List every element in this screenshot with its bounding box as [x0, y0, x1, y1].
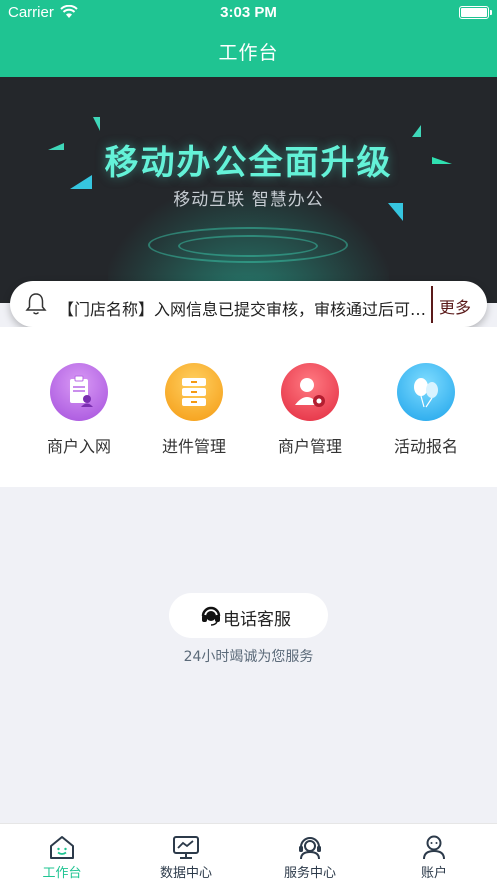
page-title: 工作台 [218, 42, 279, 64]
tab-label: 数据中心 [159, 866, 212, 881]
monitor-chart-icon [173, 836, 199, 859]
banner-decor-triangle [93, 117, 100, 131]
user-gear-icon [281, 363, 339, 421]
battery-icon [459, 6, 492, 19]
grid-item-label: 商户管理 [277, 437, 342, 456]
status-bar: Carrier 3:03 PM [0, 0, 497, 26]
banner-subtitle: 移动互联 智慧办公 [173, 190, 324, 210]
balloons-icon [397, 363, 455, 421]
notice-bar[interactable]: 【门店名称】入网信息已提交审核，审核通过后可正常使用 更多 [10, 281, 487, 327]
banner-ring [178, 235, 318, 257]
phone-support-button[interactable]: 电话客服 [169, 593, 328, 638]
header: Carrier 3:03 PM 工作台 [0, 0, 497, 77]
banner-title: 移动办公全面升级 [104, 143, 393, 183]
grid-item-label: 活动报名 [393, 437, 458, 456]
status-time: 3:03 PM [220, 4, 277, 21]
notice-more-link[interactable]: 更多 [439, 294, 471, 318]
grid-item-label: 进件管理 [161, 437, 226, 456]
grid-item-event-signup[interactable]: 活动报名 [366, 363, 486, 457]
grid-item-merchant-onboarding[interactable]: 商户入网 [19, 363, 139, 457]
grid-item-application-management[interactable]: 进件管理 [134, 363, 254, 457]
tab-label: 账户 [420, 866, 447, 881]
grid-item-merchant-management[interactable]: 商户管理 [250, 363, 370, 457]
headset-service-icon [299, 837, 321, 860]
tab-workbench[interactable]: 工作台 [0, 824, 124, 883]
support-subtitle: 24小时竭诚为您服务 [183, 649, 314, 665]
phone-support-label: 电话客服 [223, 610, 291, 630]
bell-icon [25, 293, 47, 315]
feature-grid: 商户入网 进件管理 商户管理 活动报名 [0, 327, 497, 487]
home-icon [50, 836, 74, 859]
clipboard-user-icon [50, 363, 108, 421]
drawers-icon [165, 363, 223, 421]
tab-label: 工作台 [42, 866, 82, 881]
grid-item-label: 商户入网 [46, 437, 111, 456]
tab-account[interactable]: 账户 [372, 824, 496, 883]
notice-text: 【门店名称】入网信息已提交审核，审核通过后可正常使用 [58, 300, 430, 319]
user-account-icon [423, 835, 445, 860]
headset-icon [201, 606, 221, 626]
tab-bar: 工作台 数据中心 服务中心 账户 [0, 823, 497, 883]
notice-divider [431, 286, 433, 323]
tab-label: 服务中心 [283, 866, 336, 881]
tab-data-center[interactable]: 数据中心 [124, 824, 248, 883]
promo-banner[interactable]: 移动办公全面升级 移动互联 智慧办公 [0, 77, 497, 303]
tab-service-center[interactable]: 服务中心 [248, 824, 372, 883]
